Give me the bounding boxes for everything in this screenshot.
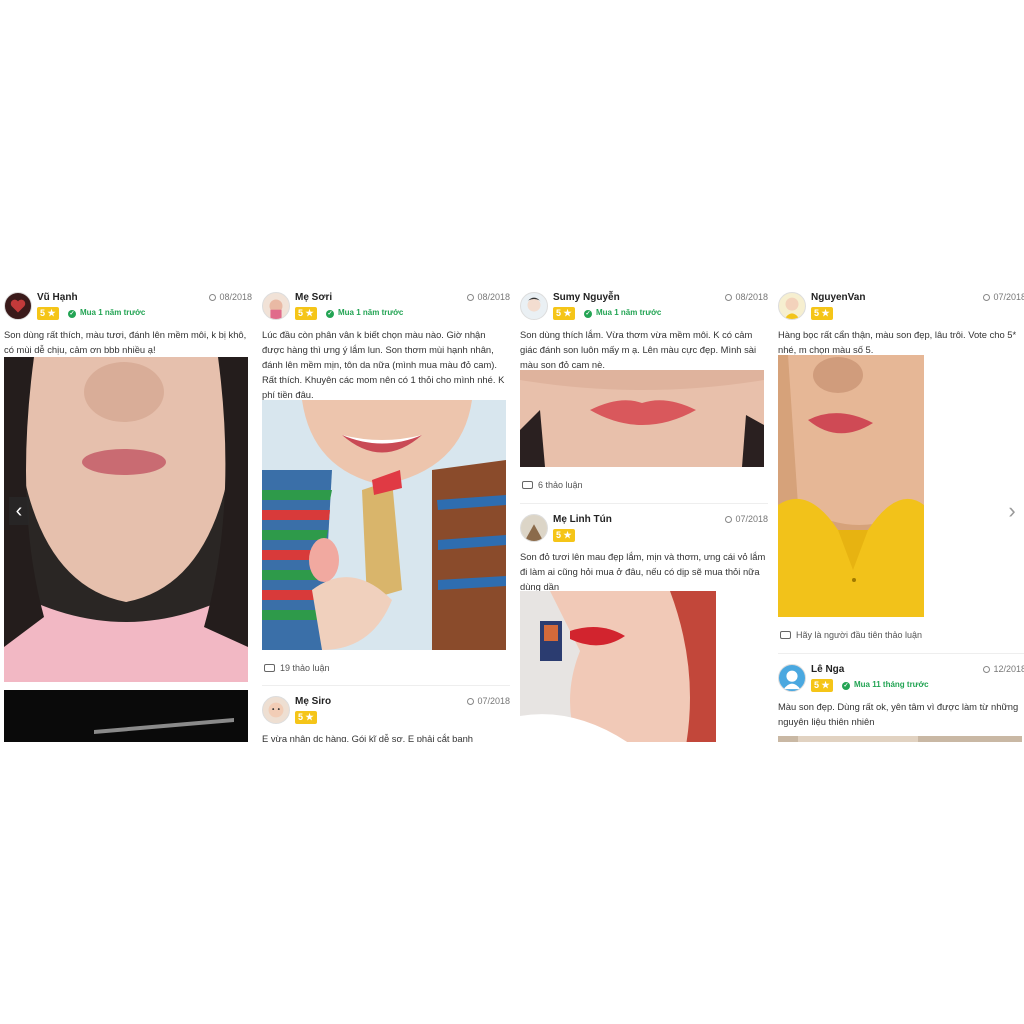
discussion-link[interactable]: 6 thảo luận (522, 480, 583, 490)
review-date: 08/2018 (209, 292, 252, 302)
rating-badge: 5 ★ (295, 307, 317, 320)
comment-icon (780, 631, 791, 639)
avatar[interactable] (778, 664, 806, 692)
review-date: 07/2018 (467, 696, 510, 706)
reviewer-name[interactable]: Mẹ Sơri (295, 292, 332, 303)
review-text: E vừa nhận dc hàng. Gói kĩ dễ sợ. E phải… (262, 733, 473, 742)
review-column-4: NguyenVan 07/2018 5 ★ Hàng bọc rất cẩn t… (778, 282, 1024, 742)
clock-icon (209, 294, 217, 301)
review-photo[interactable] (520, 591, 716, 742)
reviewer-name[interactable]: Sumy Nguyễn (553, 292, 620, 303)
review-card-sumy: Sumy Nguyễn 08/2018 5 ★ ✓ Mua 1 năm trước… (520, 282, 768, 490)
clock-icon (983, 666, 991, 673)
review-photo[interactable] (520, 370, 764, 467)
review-text: Son dùng rất thích, màu tươi, đánh lên m… (4, 329, 247, 355)
rating-badge: 5 ★ (553, 529, 575, 542)
chevron-right-icon[interactable]: › (1002, 497, 1022, 525)
clock-icon (467, 698, 475, 705)
review-photo[interactable] (778, 355, 924, 617)
review-text: Son dùng thích lắm. Vừa thơm vừa mềm môi… (520, 329, 757, 370)
review-text: Son đỏ tươi lên mau đẹp lắm, mịn và thơm… (520, 551, 766, 592)
review-date: 12/2018 (983, 664, 1024, 674)
reviewer-name[interactable]: Mẹ Linh Tún (553, 514, 612, 525)
review-card-vu-hanh: Vũ Hạnh 08/2018 5 ★ ✓ Mua 1 năm trước Son… (4, 282, 252, 742)
avatar[interactable] (262, 696, 290, 724)
review-date: 07/2018 (725, 514, 768, 524)
review-photo[interactable] (778, 736, 1022, 742)
discussion-link[interactable]: 19 thảo luận (264, 663, 330, 673)
rating-badge: 5 ★ (295, 711, 317, 724)
review-text: Lúc đầu còn phân vân k biết chọn màu nào… (262, 329, 505, 400)
review-text: Hàng bọc rất cẩn thận, màu son đẹp, lâu … (778, 329, 1017, 355)
discussion-link[interactable]: Hãy là người đầu tiên thảo luận (780, 630, 922, 640)
check-circle-icon: ✓ (326, 310, 334, 318)
clock-icon (725, 516, 733, 523)
review-photo-2[interactable] (4, 690, 248, 742)
comment-icon (522, 481, 533, 489)
rating-badge: 5 ★ (811, 679, 833, 692)
review-gallery: Vũ Hạnh 08/2018 5 ★ ✓ Mua 1 năm trước Son… (0, 282, 1024, 742)
review-card-me-linh: Mẹ Linh Tún 07/2018 5 ★ Son đỏ tươi lên … (520, 504, 768, 742)
review-date: 08/2018 (725, 292, 768, 302)
review-card-me-siro: Mẹ Siro 07/2018 5 ★ E vừa nhận dc hàng. … (262, 686, 510, 742)
review-column-1: Vũ Hạnh 08/2018 5 ★ ✓ Mua 1 năm trước Son… (4, 282, 252, 742)
review-date: 07/2018 (983, 292, 1024, 302)
review-photo[interactable] (262, 400, 506, 650)
review-text: Màu son đẹp. Dùng rất ok, yên tâm vì đượ… (778, 701, 1019, 727)
rating-badge: 5 ★ (811, 307, 833, 320)
verified-purchase: ✓ Mua 1 năm trước (68, 308, 146, 318)
review-card-me-soi: Mẹ Sơri 08/2018 5 ★ ✓ Mua 1 năm trước Lúc… (262, 282, 510, 673)
verified-purchase: ✓ Mua 1 năm trước (326, 308, 404, 318)
verified-purchase: ✓ Mua 11 tháng trước (842, 680, 929, 690)
check-circle-icon: ✓ (68, 310, 76, 318)
review-card-le-nga: Lê Nga 12/2018 5 ★ ✓ Mua 11 tháng trước M… (778, 654, 1024, 742)
review-card-nguyenvan: NguyenVan 07/2018 5 ★ Hàng bọc rất cẩn t… (778, 282, 1024, 640)
review-column-2: Mẹ Sơri 08/2018 5 ★ ✓ Mua 1 năm trước Lúc… (262, 282, 510, 742)
avatar[interactable] (778, 292, 806, 320)
clock-icon (467, 294, 475, 301)
reviewer-name[interactable]: Mẹ Siro (295, 696, 331, 707)
clock-icon (725, 294, 733, 301)
avatar[interactable] (520, 514, 548, 542)
avatar[interactable] (520, 292, 548, 320)
reviewer-name[interactable]: Lê Nga (811, 664, 844, 675)
rating-badge: 5 ★ (553, 307, 575, 320)
review-column-3: Sumy Nguyễn 08/2018 5 ★ ✓ Mua 1 năm trước… (520, 282, 768, 742)
clock-icon (983, 294, 991, 301)
reviewer-name[interactable]: NguyenVan (811, 292, 865, 303)
verified-purchase: ✓ Mua 1 năm trước (584, 308, 662, 318)
reviewer-name[interactable]: Vũ Hạnh (37, 292, 78, 303)
review-photo[interactable] (4, 357, 248, 682)
review-date: 08/2018 (467, 292, 510, 302)
check-circle-icon: ✓ (584, 310, 592, 318)
avatar[interactable] (4, 292, 32, 320)
chevron-left-icon[interactable]: ‹ (9, 497, 29, 525)
check-circle-icon: ✓ (842, 682, 850, 690)
comment-icon (264, 664, 275, 672)
rating-badge: 5 ★ (37, 307, 59, 320)
avatar[interactable] (262, 292, 290, 320)
